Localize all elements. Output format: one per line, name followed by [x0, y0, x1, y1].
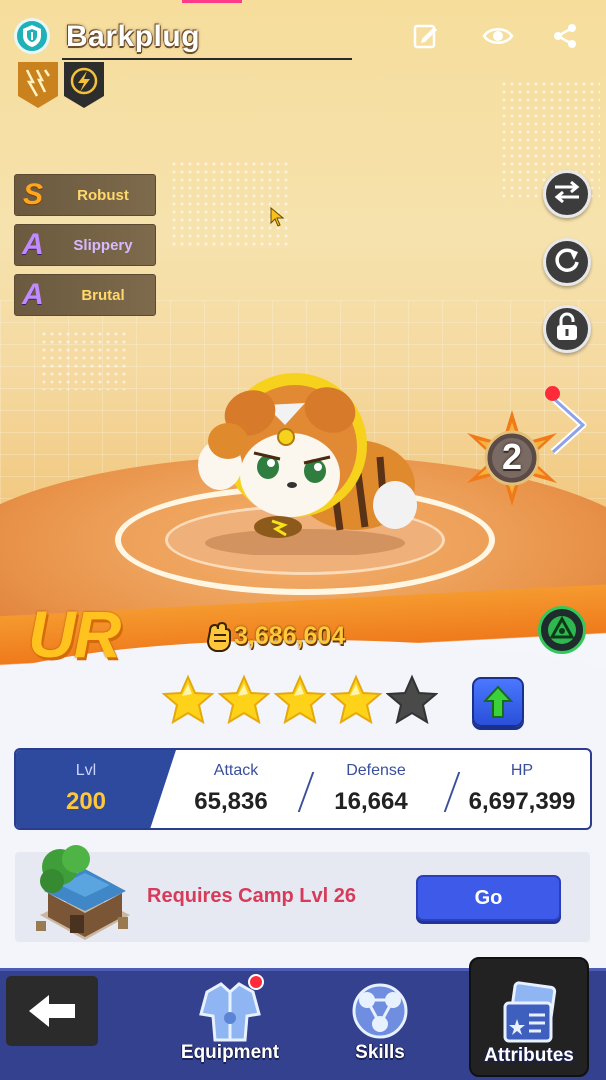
fist-power-icon: [204, 621, 234, 653]
trait-label: Slippery: [73, 236, 133, 254]
star-upgrade-button[interactable]: [472, 677, 524, 727]
trait-slippery[interactable]: A Slippery: [14, 224, 156, 266]
share-icon[interactable]: [549, 20, 581, 52]
level-label: Lvl: [75, 762, 97, 779]
trait-grade: S: [22, 178, 43, 211]
notification-dot: [545, 386, 560, 401]
refresh-button[interactable]: [543, 238, 591, 286]
trait-grade: A: [22, 278, 44, 311]
trait-robust[interactable]: S Robust: [14, 174, 156, 216]
level-value: 200: [65, 788, 107, 815]
creature-name: Barkplug: [66, 20, 201, 53]
swap-button[interactable]: [543, 170, 591, 218]
star-filled: [330, 674, 382, 725]
requirement-text: Requires Camp Lvl 26: [147, 885, 356, 907]
trait-brutal[interactable]: A Brutal: [14, 274, 156, 316]
defense-value: 16,664: [334, 788, 408, 815]
power-value: 3,686,604: [234, 622, 346, 650]
decor-dots: [170, 160, 290, 250]
trait-label: Brutal: [81, 286, 125, 304]
hp-value: 6,697,399: [468, 788, 576, 815]
rank-value: 2: [501, 436, 523, 477]
attributes-icon: [503, 981, 557, 1043]
swap-icon: [553, 180, 581, 209]
hp-label: HP: [510, 762, 534, 779]
go-button[interactable]: Go: [416, 875, 561, 921]
attack-label: Attack: [213, 762, 259, 779]
tab-label: Equipment: [180, 1042, 280, 1063]
eye-icon[interactable]: [482, 20, 514, 52]
lightning-icon[interactable]: [63, 62, 105, 108]
defense-label: Defense: [346, 762, 406, 779]
lock-button[interactable]: [543, 305, 591, 353]
star-filled: [274, 674, 326, 725]
arrow-left-icon: [29, 995, 75, 1027]
tab-attributes[interactable]: Attributes: [469, 957, 589, 1077]
shield-logo-icon[interactable]: [14, 18, 50, 54]
tab-label: Attributes: [484, 1045, 574, 1066]
cursor-icon: [270, 207, 284, 227]
tab-equipment[interactable]: Equipment: [170, 974, 290, 1072]
arrow-up-icon: [483, 685, 513, 718]
stats-panel: Lvl 200 Attack 65,836 Defense 16,664 HP …: [14, 748, 592, 830]
star-filled: [162, 674, 214, 725]
refresh-icon: [553, 246, 581, 279]
camp-building-image: [36, 845, 130, 940]
back-button[interactable]: [6, 976, 98, 1046]
name-underline: [62, 58, 352, 60]
creature-model: [198, 373, 417, 555]
rarity-label: UR: [28, 597, 121, 671]
attack-value: 65,836: [194, 788, 268, 815]
star-empty: [386, 674, 438, 725]
tab-skills[interactable]: Skills: [330, 974, 430, 1072]
electric-claw-icon[interactable]: [17, 62, 59, 108]
top-indicator: [182, 0, 242, 3]
leaf-triangle-icon: [548, 615, 576, 644]
skills-icon: [352, 983, 408, 1039]
edit-icon[interactable]: [410, 20, 442, 52]
notification-dot: [248, 974, 264, 990]
tab-label: Skills: [355, 1042, 405, 1063]
trait-label: Robust: [77, 186, 129, 204]
element-badge[interactable]: [538, 606, 586, 654]
trait-grade: A: [22, 228, 44, 261]
rank-emblem[interactable]: 2: [462, 408, 562, 508]
star-filled: [218, 674, 270, 725]
lock-icon: [554, 312, 580, 347]
